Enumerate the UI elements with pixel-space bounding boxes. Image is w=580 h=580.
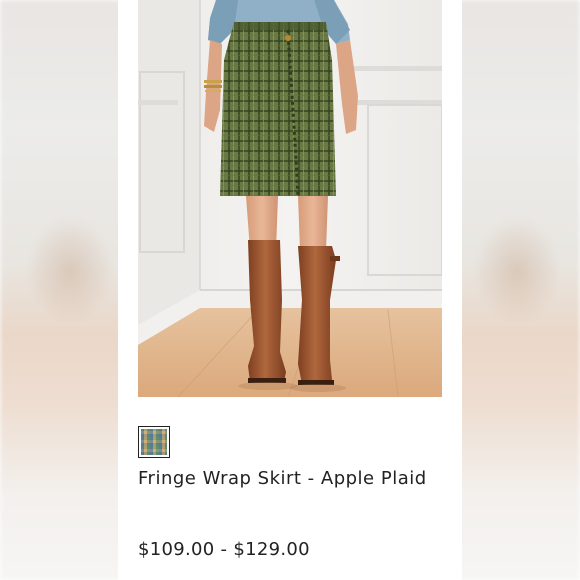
product-title[interactable]: Fringe Wrap Skirt - Apple Plaid <box>138 467 438 491</box>
background-blur-right <box>442 0 580 580</box>
plaid-swatch-pattern <box>141 429 167 455</box>
product-price: $109.00 - $129.00 <box>138 539 310 560</box>
color-swatch[interactable] <box>138 426 170 458</box>
product-image[interactable] <box>138 0 442 397</box>
